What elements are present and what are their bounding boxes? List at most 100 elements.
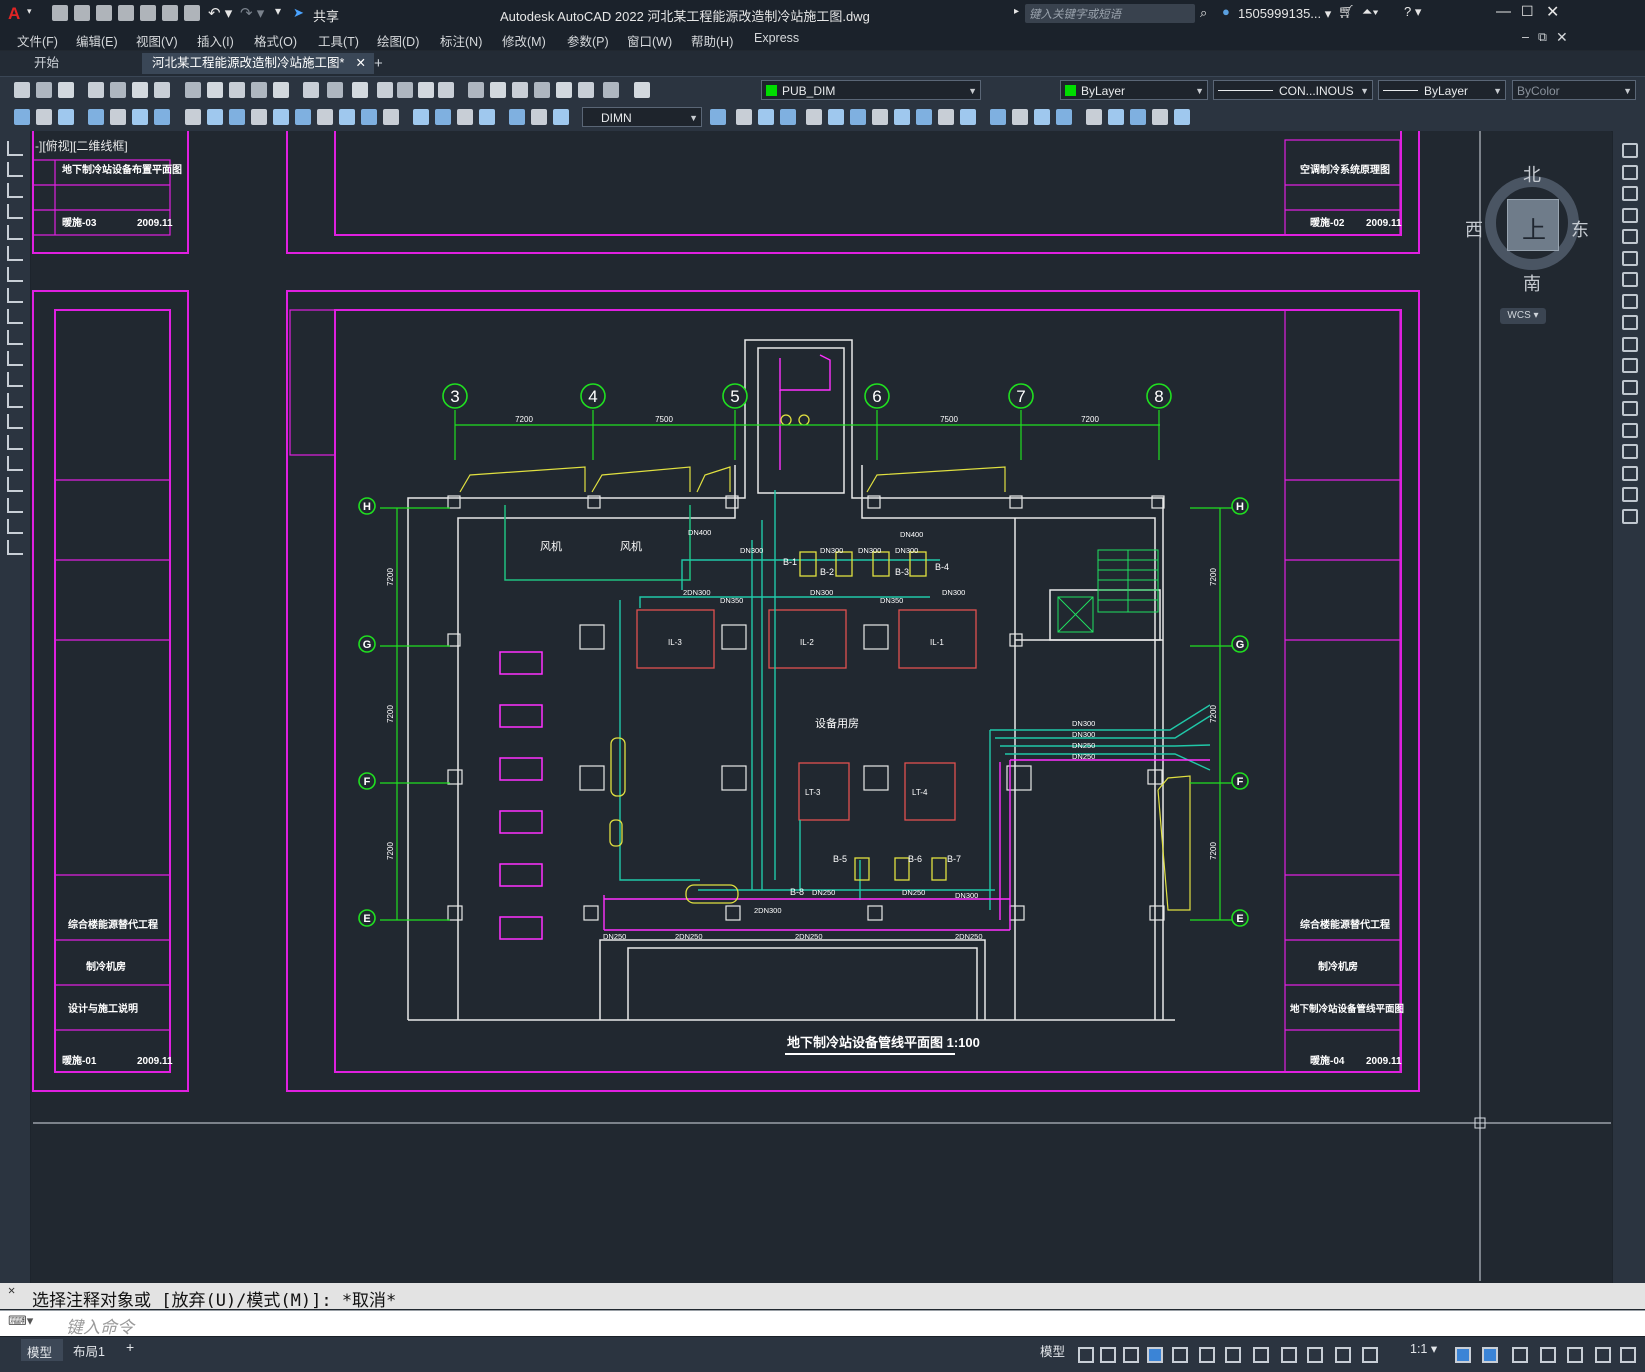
break-at-point-icon[interactable]: [1622, 379, 1638, 395]
menu-file[interactable]: 文件(F): [17, 31, 58, 50]
gradient-icon[interactable]: [7, 456, 23, 471]
menu-insert[interactable]: 插入(I): [197, 31, 234, 50]
rotate-icon[interactable]: [1622, 272, 1638, 287]
mirror-icon[interactable]: [1622, 186, 1638, 201]
annotation-monitor-icon[interactable]: [1540, 1347, 1556, 1363]
new-tab-icon[interactable]: +: [364, 53, 393, 74]
lineweight-icon[interactable]: [1335, 1347, 1351, 1363]
maximize-icon[interactable]: ☐: [1521, 3, 1534, 20]
tolerance-icon[interactable]: [960, 109, 976, 125]
space-icon[interactable]: [273, 109, 289, 125]
copy-object-icon[interactable]: [1622, 164, 1638, 180]
layer-dropdown[interactable]: 💡☼▢🔓 PUB_DIM▼: [761, 80, 981, 100]
aligned-dim-icon[interactable]: [36, 109, 52, 125]
polygon-icon[interactable]: [7, 204, 23, 219]
osnap-icon[interactable]: [1281, 1347, 1297, 1363]
menu-view[interactable]: 视图(V): [136, 31, 178, 50]
design-center-icon[interactable]: [468, 82, 484, 98]
chamfer-icon[interactable]: [1622, 444, 1638, 459]
workspace-icon[interactable]: [1512, 1347, 1528, 1363]
center-mark-icon[interactable]: [339, 109, 355, 125]
wcs-menu[interactable]: WCS ▾: [1500, 308, 1546, 324]
break-icon[interactable]: [1622, 401, 1638, 416]
region-icon[interactable]: [7, 477, 23, 492]
join-icon[interactable]: [1622, 422, 1638, 438]
viewport-controls[interactable]: -][俯视][二维线框]: [35, 138, 128, 153]
viewcube[interactable]: 上 北 南 东 西: [1465, 151, 1589, 301]
search-icon[interactable]: ⌕: [1200, 5, 1207, 21]
angular-icon[interactable]: [185, 109, 201, 125]
cut-icon[interactable]: [185, 82, 201, 98]
compass-north[interactable]: 北: [1523, 161, 1541, 187]
edit-dim-icon[interactable]: [413, 109, 429, 125]
spline-icon[interactable]: [7, 309, 23, 324]
calc-icon[interactable]: [556, 82, 572, 98]
open-icon[interactable]: [74, 5, 90, 21]
layer-props-icon[interactable]: [603, 82, 619, 98]
minimize-icon[interactable]: —: [1496, 3, 1511, 20]
menu-parameters[interactable]: 参数(P): [567, 31, 609, 50]
make-block-icon[interactable]: [7, 393, 23, 408]
edit-text-icon[interactable]: [1086, 109, 1102, 125]
menu-help[interactable]: 帮助(H): [691, 31, 733, 50]
zoom-realtime-icon[interactable]: [377, 82, 393, 98]
properties-icon[interactable]: [438, 82, 454, 98]
help-icon[interactable]: ? ▾: [1404, 4, 1421, 20]
customize-icon[interactable]: [1620, 1347, 1636, 1363]
jog-line-icon[interactable]: [383, 109, 399, 125]
autoscale-icon[interactable]: [1482, 1347, 1498, 1363]
viewcube-face[interactable]: 上: [1507, 199, 1559, 251]
match-icon[interactable]: [251, 82, 267, 98]
explode-icon[interactable]: [1622, 508, 1638, 524]
extra-icon[interactable]: [509, 109, 525, 125]
osnap-menu-icon[interactable]: [1307, 1347, 1323, 1363]
move-icon[interactable]: [1622, 250, 1638, 266]
redo-icon[interactable]: ↷ ▾: [240, 4, 264, 22]
menu-modify[interactable]: 修改(M): [502, 31, 546, 50]
paste-icon[interactable]: [229, 82, 245, 98]
space-icon[interactable]: [916, 109, 932, 125]
markup-icon[interactable]: [534, 82, 550, 98]
edit-dim-icon[interactable]: [1056, 109, 1072, 125]
erase-icon[interactable]: [1622, 143, 1638, 158]
arc-dim-icon[interactable]: [58, 109, 74, 125]
point-icon[interactable]: [7, 414, 23, 429]
sheet-set-icon[interactable]: [512, 82, 528, 98]
autocad-logo-icon[interactable]: A: [8, 4, 20, 24]
menu-edit[interactable]: 编辑(E): [76, 31, 118, 50]
command-prompt-icon[interactable]: ⌨▾: [8, 1313, 33, 1329]
transparency-icon[interactable]: [1362, 1347, 1378, 1363]
isodraft-menu-icon[interactable]: [1253, 1347, 1269, 1363]
inspect-icon[interactable]: [361, 109, 377, 125]
jogged-icon[interactable]: [780, 109, 796, 125]
hatch-icon[interactable]: [7, 435, 23, 450]
zoom-window-icon[interactable]: [397, 82, 413, 98]
diameter-icon[interactable]: [806, 109, 822, 125]
dimstyle-icon[interactable]: [479, 109, 495, 125]
menu-tools[interactable]: 工具(T): [318, 31, 359, 50]
ordinate-icon[interactable]: [88, 109, 104, 125]
share-icon[interactable]: ➤: [293, 5, 304, 21]
command-input-placeholder[interactable]: 键入命令: [66, 1313, 134, 1338]
drawing-canvas[interactable]: 地下制冷站设备布置平面图 暖施-03 2009.11 空调制冷系统原理图 暖施-…: [31, 131, 1611, 1281]
inspect-icon[interactable]: [1012, 109, 1028, 125]
open-icon[interactable]: [36, 82, 52, 98]
doc-close-icon[interactable]: ✕: [1556, 29, 1568, 46]
rectangle-icon[interactable]: [7, 225, 23, 240]
cart-icon[interactable]: 🛒︎: [1338, 4, 1355, 20]
line-icon[interactable]: [7, 141, 23, 156]
plot-icon[interactable]: [88, 82, 104, 98]
dimstyle-dropdown[interactable]: DIMN ▼: [582, 107, 702, 127]
linear-dim-icon[interactable]: [531, 109, 547, 125]
plot-icon[interactable]: [184, 5, 200, 21]
command-line[interactable]: ⌨▾ 键入命令: [0, 1310, 1645, 1338]
baseline-icon[interactable]: [229, 109, 245, 125]
open-web-icon[interactable]: [140, 5, 156, 21]
blend-icon[interactable]: [1622, 487, 1638, 502]
aligned-dim-icon[interactable]: [553, 109, 569, 125]
snap-icon[interactable]: [1100, 1347, 1116, 1363]
quick-properties-icon[interactable]: [1595, 1347, 1611, 1363]
user-name[interactable]: 1505999135... ▾: [1238, 6, 1331, 22]
offset-icon[interactable]: [1622, 207, 1638, 223]
linear-dim-icon[interactable]: [1174, 109, 1190, 125]
